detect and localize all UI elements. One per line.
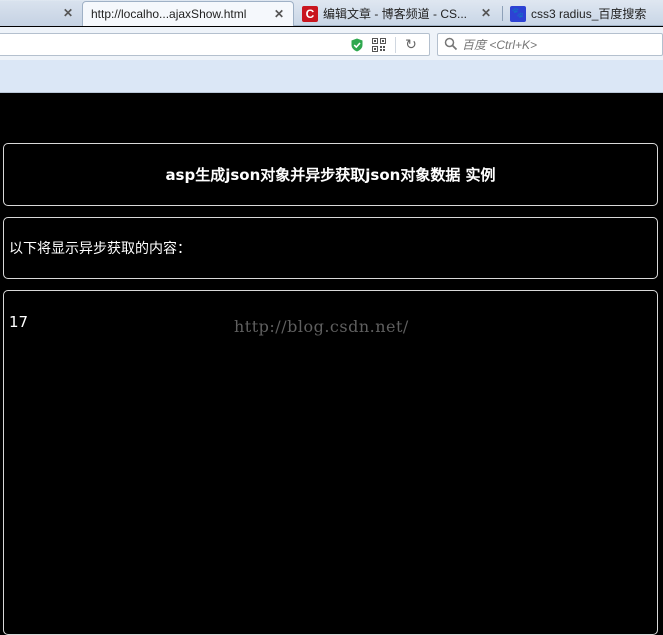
tab-close-icon[interactable]: ✕ (62, 7, 74, 19)
baidu-paw-icon: 🐾 (510, 5, 526, 22)
search-input[interactable] (462, 36, 658, 53)
tab-active-localhost[interactable]: http://localho...ajaxShow.html ✕ (82, 1, 294, 26)
tab-csdn-editor[interactable]: C 编辑文章 - 博客频道 - CS... ✕ (296, 1, 500, 26)
tab-baidu-search[interactable]: 🐾 css3 radius_百度搜索 (504, 1, 663, 26)
tab-strip: ✕ http://localho...ajaxShow.html ✕ C 编辑文… (0, 0, 663, 26)
tab-label: 编辑文章 - 博客频道 - CS... (323, 7, 468, 21)
toolbar-divider (395, 37, 396, 53)
tab-label: css3 radius_百度搜索 (531, 7, 647, 21)
search-box[interactable] (437, 33, 663, 56)
url-bar[interactable]: ↻ (0, 33, 430, 56)
qr-code-icon[interactable] (372, 38, 386, 52)
page-viewport: asp生成json对象并异步获取json对象数据 实例 以下将显示异步获取的内容… (0, 94, 663, 635)
intro-panel: 以下将显示异步获取的内容： (3, 217, 658, 279)
tab-close-icon[interactable]: ✕ (273, 8, 285, 20)
watermark-text: http://blog.csdn.net/ (234, 317, 409, 336)
bookmark-strip (0, 60, 663, 93)
content-panel: 17 (3, 290, 658, 635)
page-title: asp生成json对象并异步获取json对象数据 实例 (165, 166, 496, 184)
intro-text: 以下将显示异步获取的内容： (9, 241, 191, 257)
search-icon (444, 37, 458, 51)
security-shield-icon[interactable] (350, 38, 364, 52)
tab-separator (502, 6, 503, 21)
ajax-result-value: 17 (9, 313, 29, 331)
tab-previous[interactable]: ✕ (0, 1, 82, 26)
tab-close-icon[interactable]: ✕ (480, 7, 492, 19)
title-panel: asp生成json对象并异步获取json对象数据 实例 (3, 143, 658, 206)
tab-label: http://localho...ajaxShow.html (91, 7, 247, 21)
address-toolbar: ↻ (0, 27, 663, 60)
csdn-icon: C (302, 5, 318, 22)
reload-icon[interactable]: ↻ (403, 36, 419, 54)
